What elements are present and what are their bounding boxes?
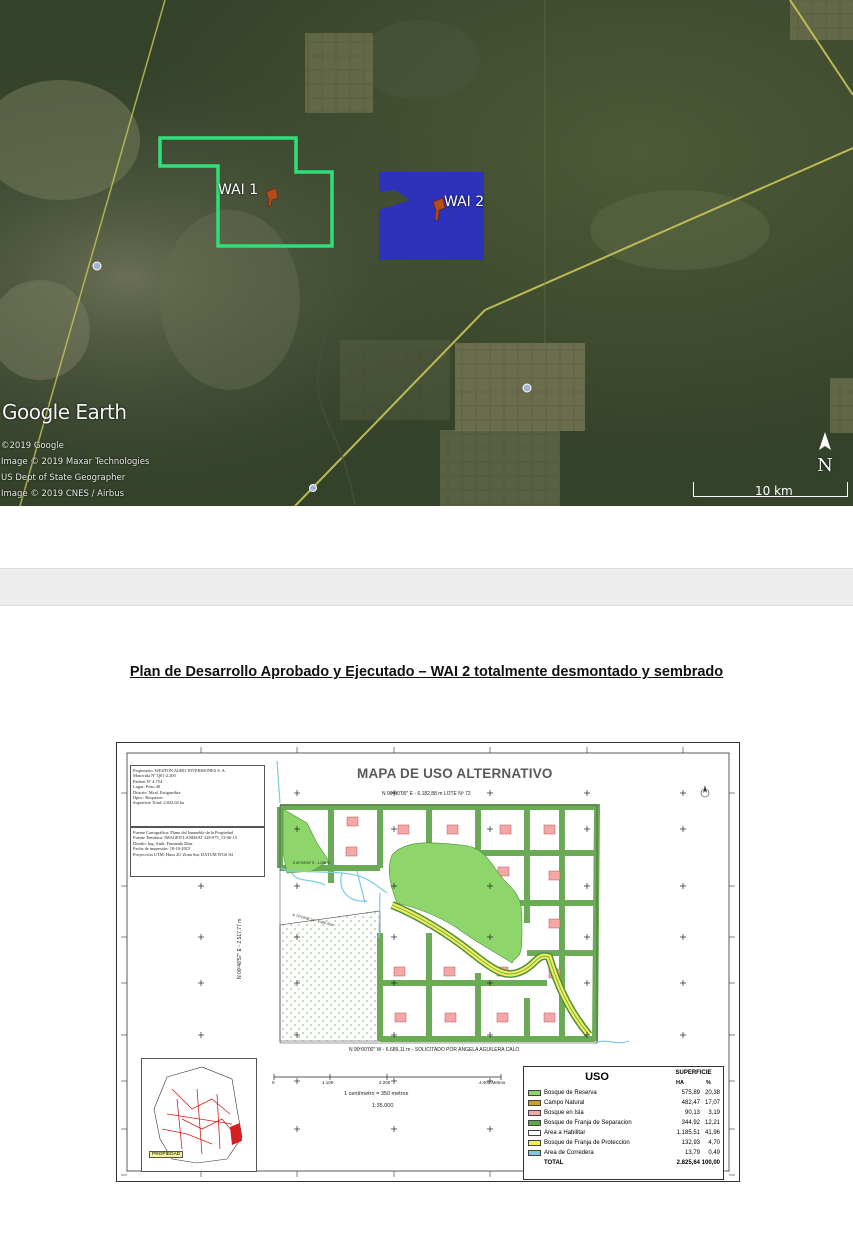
wai2-label: WAI 2	[444, 194, 485, 210]
legend-swatch	[528, 1110, 541, 1116]
legend-total-row: TOTAL 2.825,64 100,00	[528, 1159, 720, 1167]
legend-label: Campo Natural	[544, 1100, 585, 1106]
info-line: Superficie Total: 2.825,64 ha	[133, 800, 184, 806]
legend-row: Bosque de Reserva 575,89 20,38	[528, 1089, 720, 1097]
legend-swatch	[528, 1150, 541, 1156]
west-boundary-label: N 00º48'57" E - 2.517,77 m	[237, 918, 243, 979]
legend-label: Bosque de Franja de Proteccion	[544, 1140, 630, 1146]
wai2-area	[379, 172, 484, 260]
legend-pct: 4,70	[708, 1140, 720, 1146]
south-boundary-label: N 90º00'00" W - 6.689,11 m - SOLICITADO …	[349, 1047, 520, 1053]
land-use-map: MAPA DE USO ALTERNATIVO Propietario: WES…	[116, 742, 740, 1182]
north-arrow-icon	[700, 785, 710, 798]
scale-tick: 1.100	[322, 1080, 334, 1085]
google-earth-logo: Google Earth	[2, 400, 127, 424]
legend-pct: 12,21	[704, 1120, 720, 1126]
owner-info-box: Propietario: WESTON AGRO INVERSIONES S. …	[130, 765, 265, 827]
legend-row: Bosque de Franja de Proteccion 132,93 4,70	[528, 1139, 720, 1147]
legend-label: Bosque de Reserva	[544, 1090, 597, 1096]
legend-label: Area a Habilitar	[544, 1130, 586, 1136]
scale-label: 10 km	[755, 484, 793, 498]
map-title: MAPA DE USO ALTERNATIVO	[357, 766, 553, 781]
locator-inset: PROPIEDAD	[141, 1058, 257, 1172]
document-title: Plan de Desarrollo Aprobado y Ejecutado …	[129, 664, 724, 680]
legend-superficie-header: SUPERFICIE	[675, 1070, 712, 1076]
scale-tick: 2.200	[379, 1080, 391, 1085]
legend-ha-header: HA	[676, 1080, 684, 1086]
credit-line: US Dept of State Geographer	[1, 473, 126, 483]
legend-total-pct: 100,00	[701, 1160, 720, 1166]
legend-total-label: TOTAL	[544, 1160, 564, 1166]
legend-pct-header: %	[706, 1080, 711, 1086]
legend-label: Bosque de Franja de Separacion	[544, 1120, 632, 1126]
source-info-box: Fuente Cartográfica: Plano del Inmueble …	[130, 827, 265, 877]
legend-swatch	[528, 1130, 541, 1136]
legend-ha: 132,93	[681, 1140, 700, 1146]
legend-title: USO	[585, 1071, 609, 1083]
satellite-image	[0, 0, 853, 506]
legend-swatch	[528, 1140, 541, 1146]
legend-ha: 13,79	[684, 1150, 700, 1156]
legend-row: Area a Habilitar 1.185,51 41,96	[528, 1129, 720, 1137]
scale-text: 1 centímetro = 350 metros	[344, 1091, 409, 1097]
land-use-legend: USO SUPERFICIE HA % Bosque de Reserva 575…	[523, 1066, 724, 1180]
legend-ha: 482,47	[681, 1100, 700, 1106]
legend-row: Area de Corredera 13,79 0,49	[528, 1149, 720, 1157]
diagonal-boundary-label: S 82º53'00" E - 1.055 m	[293, 861, 331, 865]
legend-row: Bosque de Franja de Separacion 344,92 12,2…	[528, 1119, 720, 1127]
scale-ratio: 1:35.000	[372, 1103, 394, 1109]
legend-ha: 90,13	[684, 1110, 700, 1116]
legend-row: Campo Natural 482,47 17,07	[528, 1099, 720, 1107]
legend-ha: 1.185,51	[676, 1130, 700, 1136]
legend-pct: 17,07	[704, 1100, 720, 1106]
marker-icon	[92, 261, 102, 271]
legend-pct: 20,38	[704, 1090, 720, 1096]
legend-pct: 3,19	[708, 1110, 720, 1116]
marker-icon	[309, 484, 317, 492]
scale-tick: 0	[272, 1080, 275, 1085]
scale-tick: 4.400 Metros	[479, 1080, 506, 1085]
legend-row: Bosque en Isla 90,13 3,19	[528, 1109, 720, 1117]
legend-label: Area de Corredera	[544, 1150, 594, 1156]
legend-pct: 0,49	[708, 1150, 720, 1156]
page-divider	[0, 568, 853, 606]
legend-ha: 344,92	[681, 1120, 700, 1126]
legend-ha: 575,89	[681, 1090, 700, 1096]
credit-line: Image © 2019 Maxar Technologies	[1, 457, 150, 467]
legend-total-ha: 2.825,64	[676, 1160, 700, 1166]
legend-label: Bosque en Isla	[544, 1110, 584, 1116]
north-label: N	[817, 455, 833, 476]
credit-line: Image © 2019 CNES / Airbus	[1, 489, 125, 499]
legend-pct: 41,96	[704, 1130, 720, 1136]
spacer	[0, 506, 853, 568]
credit-line: ©2019 Google	[1, 441, 64, 451]
wai1-label: WAI 1	[218, 182, 259, 198]
legend-swatch	[528, 1120, 541, 1126]
inset-property-label: PROPIEDAD	[149, 1151, 184, 1158]
legend-swatch	[528, 1090, 541, 1096]
legend-swatch	[528, 1100, 541, 1106]
north-boundary-label: N 90º00'00" E - 6.182,88 m LOTE Nº 72	[382, 791, 471, 797]
info-line: Proyección UTM, Huso 20, Zona Sur, DATUM…	[133, 851, 233, 857]
marker-icon	[522, 383, 532, 393]
